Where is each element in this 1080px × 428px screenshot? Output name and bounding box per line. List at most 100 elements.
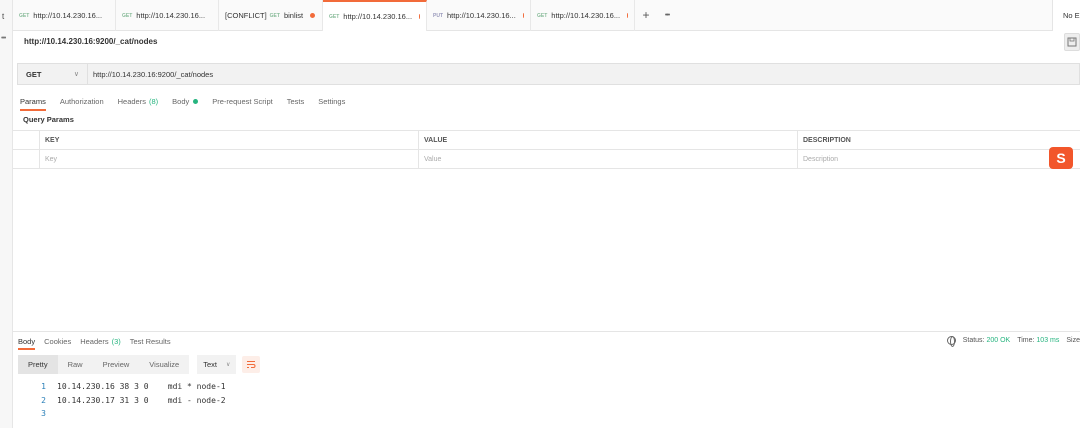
unsaved-dot-icon	[419, 14, 420, 19]
tab-prerequest-script[interactable]: Pre-request Script	[212, 92, 272, 110]
line-number: 2	[41, 395, 46, 405]
tab-tests[interactable]: Tests	[287, 92, 305, 110]
status-value[interactable]: 200 OK	[986, 337, 1010, 344]
description-input[interactable]: Description	[798, 150, 1080, 168]
view-raw-button[interactable]: Raw	[58, 355, 93, 374]
value-input[interactable]: Value	[419, 150, 798, 168]
table-row: Key Value Description	[13, 150, 1080, 169]
format-value: Text	[203, 360, 217, 369]
save-icon[interactable]	[1064, 33, 1080, 51]
tab-label: Authorization	[59, 96, 104, 106]
tab-method-badge: GET	[329, 13, 340, 20]
sidebar-more-icon[interactable]: •••	[1, 35, 6, 42]
unsaved-dot-icon	[310, 13, 316, 18]
tab-conflict-label: [CONFLICT]	[225, 11, 267, 20]
tab-label: Body	[18, 336, 36, 346]
http-method-value: GET	[26, 69, 42, 79]
view-visualize-button[interactable]: Visualize	[139, 355, 189, 374]
tab-authorization[interactable]: Authorization	[60, 92, 104, 110]
response-view-toolbar: Pretty Raw Preview Visualize Text ∨	[18, 355, 261, 374]
tab-title: http://10.14.230.16...	[551, 11, 621, 20]
tab-method-badge: GET	[122, 12, 133, 19]
response-tabs: Body Cookies Headers (3) Test Results	[18, 333, 171, 350]
code-line: 3	[30, 407, 226, 421]
tab-title: binlist	[283, 11, 304, 20]
tab-body[interactable]: Body	[172, 92, 199, 110]
request-tab[interactable]: GET http://10.14.230.16...	[531, 0, 635, 31]
tab-title: http://10.14.230.16...	[343, 12, 413, 21]
checkbox-column	[13, 131, 40, 149]
tab-label: Settings	[318, 96, 346, 106]
sidebar-fragment-text: t	[2, 12, 5, 21]
time-label: Time:	[1017, 337, 1035, 344]
tab-headers[interactable]: Headers (8)	[118, 92, 159, 110]
tab-label: Cookies	[44, 336, 72, 346]
sogou-ime-icon[interactable]: S	[1049, 147, 1073, 169]
query-params-title: Query Params	[23, 115, 74, 124]
tab-settings[interactable]: Settings	[318, 92, 345, 110]
response-status-bar: Status: 200 OK Time: 103 ms Size	[946, 336, 1080, 347]
query-params-table: KEY VALUE DESCRIPTION Key Value Descript…	[13, 130, 1080, 169]
response-divider[interactable]	[13, 331, 1080, 332]
tab-label: Headers	[117, 96, 146, 106]
unsaved-dot-icon	[627, 13, 628, 18]
tab-title: http://10.14.230.16...	[33, 11, 103, 20]
tab-label: Headers	[80, 336, 109, 346]
request-tab-bar: GET http://10.14.230.16... GET http://10…	[13, 0, 1080, 31]
tab-label: Body	[172, 96, 190, 106]
table-header-row: KEY VALUE DESCRIPTION	[13, 131, 1080, 150]
tab-params[interactable]: Params	[20, 92, 46, 111]
environment-selector[interactable]: No E	[1052, 0, 1080, 31]
tab-method-badge: GET	[537, 12, 548, 19]
tab-response-headers[interactable]: Headers (3)	[80, 333, 121, 349]
new-tab-plus-icon[interactable]: +	[635, 0, 657, 30]
chevron-down-icon: ∨	[225, 362, 231, 368]
key-input[interactable]: Key	[40, 150, 419, 168]
response-body-editor[interactable]: 1 10.14.230.16 38 3 0 mdi * node-1 2 10.…	[30, 380, 226, 421]
request-section-tabs: Params Authorization Headers (8) Body Pre…	[20, 92, 345, 111]
row-checkbox[interactable]	[13, 150, 40, 168]
line-text: 10.14.230.16 38 3 0 mdi * node-1	[57, 382, 226, 391]
tab-response-body[interactable]: Body	[18, 333, 36, 350]
http-method-select[interactable]: GET ∨	[17, 63, 88, 85]
code-line: 1 10.14.230.16 38 3 0 mdi * node-1	[30, 380, 226, 394]
left-sidebar-strip: t •••	[0, 0, 13, 428]
tab-title: http://10.14.230.16...	[447, 11, 516, 20]
headers-count: (8)	[148, 96, 159, 106]
tab-label: Tests	[286, 96, 305, 106]
url-bar: GET ∨ http://10.14.230.16:9200/_cat/node…	[17, 63, 1080, 85]
url-input[interactable]: http://10.14.230.16:9200/_cat/nodes	[88, 63, 1080, 85]
format-select[interactable]: Text ∨	[197, 355, 237, 374]
request-tab[interactable]: [CONFLICT] GET binlist	[219, 0, 323, 31]
request-tab-active[interactable]: GET http://10.14.230.16...	[323, 0, 427, 31]
tab-label: Params	[20, 96, 46, 106]
tab-method-badge: PUT	[433, 12, 443, 19]
tab-label: Test Results	[129, 336, 171, 346]
view-mode-group: Pretty Raw Preview Visualize	[18, 355, 190, 374]
line-text: 10.14.230.17 31 3 0 mdi - node-2	[57, 395, 226, 405]
tab-label: Pre-request Script	[212, 96, 273, 106]
status-label: Status:	[962, 337, 985, 344]
view-pretty-button[interactable]: Pretty	[18, 355, 58, 374]
column-header-value: VALUE	[419, 131, 798, 149]
chevron-down-icon: ∨	[73, 71, 79, 78]
view-preview-button[interactable]: Preview	[93, 355, 140, 374]
tab-title: http://10.14.230.16...	[136, 11, 206, 20]
column-header-description: DESCRIPTION	[803, 136, 851, 144]
request-tab[interactable]: GET http://10.14.230.16...	[116, 0, 219, 31]
size-label: Size	[1066, 337, 1080, 344]
line-number: 3	[41, 409, 46, 418]
request-name[interactable]: http://10.14.230.16:9200/_cat/nodes	[24, 37, 157, 46]
unsaved-dot-icon	[522, 13, 524, 18]
time-value[interactable]: 103 ms	[1036, 337, 1059, 344]
wrap-lines-icon[interactable]	[242, 356, 261, 373]
request-tab[interactable]: GET http://10.14.230.16...	[13, 0, 116, 31]
tab-options-more-icon[interactable]: •••	[657, 0, 677, 30]
code-line: 2 10.14.230.17 31 3 0 mdi - node-2	[30, 394, 226, 408]
tab-test-results[interactable]: Test Results	[130, 333, 171, 349]
globe-icon[interactable]	[946, 336, 956, 347]
request-tab[interactable]: PUT http://10.14.230.16...	[427, 0, 531, 31]
line-number: 1	[41, 382, 46, 391]
tab-response-cookies[interactable]: Cookies	[44, 333, 71, 349]
tab-method-badge: GET	[269, 12, 280, 19]
